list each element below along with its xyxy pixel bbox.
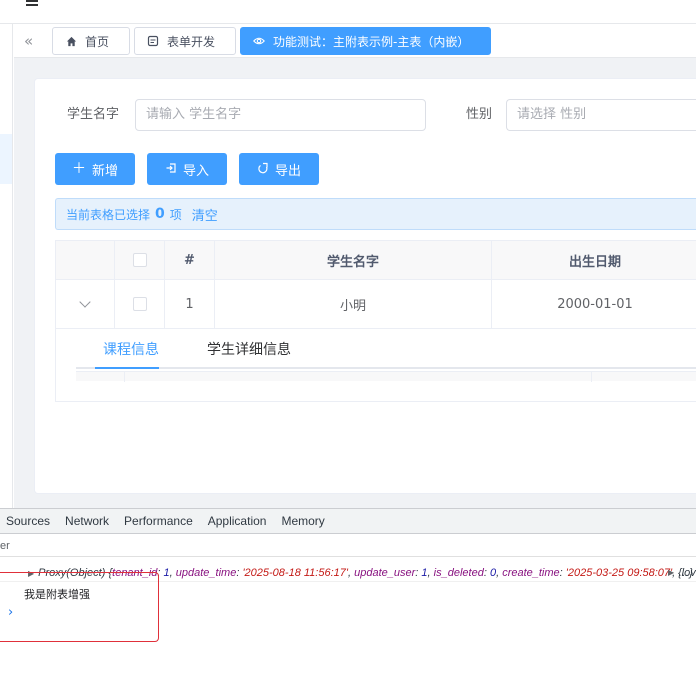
header-student-name[interactable]: 学生名字 [215,241,492,280]
add-button[interactable]: ＋ 新增 [55,153,135,185]
gender-select[interactable]: 请选择 性别 [506,99,696,131]
devtools-tab-performance[interactable]: Performance [124,514,193,528]
row-select[interactable] [115,280,165,329]
export-button-label: 导出 [274,163,301,179]
log-key: is_deleted [433,567,484,579]
main-content: 学生名字 请输入 学生名字 性别 请选择 性别 ＋ 新增 导入 导出 当前表格已… [14,58,696,508]
devtools-tab-memory[interactable]: Memory [281,514,324,528]
active-tab-indicator [95,367,159,369]
devtools-tabs: Sources Network Performance Application … [0,509,696,534]
row-expand-toggle[interactable] [56,280,115,329]
import-button-label: 导入 [182,163,209,179]
tab-student-detail[interactable]: 学生详细信息 [207,339,291,359]
row-birth-date: 2000-01-01 [492,280,696,329]
selection-prefix: 当前表格已选择 [66,207,151,222]
gender-label: 性别 [466,107,493,122]
student-name-label: 学生名字 [67,107,120,122]
home-icon [65,35,77,47]
import-icon [165,162,177,177]
clear-selection-link[interactable]: 清空 [192,205,218,224]
eye-icon [253,35,265,47]
row-checkbox[interactable] [132,297,147,311]
selection-count: 0 [155,206,165,222]
top-navbar [0,0,696,24]
sidebar [0,24,13,508]
log-value: 1 [421,567,428,579]
annotation-highlight-box [0,572,159,642]
log-value: 0 [489,567,497,579]
add-button-label: 新增 [91,163,118,179]
selection-alert: 当前表格已选择 0 项 清空 [55,198,696,230]
tag-home-label: 首页 [85,34,110,49]
content-card: 学生名字 请输入 学生名字 性别 请选择 性别 ＋ 新增 导入 导出 当前表格已… [34,78,696,494]
tag-form-dev-label: 表单开发 [167,34,216,49]
devtools-tab-network[interactable]: Network [65,514,109,528]
tag-home[interactable]: 首页 [52,27,130,55]
console-filter-input[interactable]: er [0,535,696,557]
export-icon [257,162,269,177]
chevron-down-icon[interactable] [79,296,91,308]
log-key: update_time [175,567,237,579]
sub-table-divider [591,372,592,382]
header-expand [56,241,115,280]
import-button[interactable]: 导入 [147,153,227,185]
select-all-checkbox[interactable] [132,253,147,267]
expanded-row-tabs: 课程信息 学生详细信息 [76,329,696,369]
student-table: # 学生名字 出生日期 1 小明 2000-01-01 课程信息 学生详细信息 [55,240,696,402]
header-index: # [165,241,215,280]
sub-table-divider [124,372,125,382]
header-select-all[interactable] [115,241,165,280]
tag-active-label: 功能测试：主附表示例-主表（内嵌） [273,34,470,49]
student-name-input[interactable]: 请输入 学生名字 [135,99,426,131]
devtools-panel: Sources Network Performance Application … [0,508,696,674]
hamburger-icon[interactable] [26,0,38,6]
devtools-tab-sources[interactable]: Sources [6,514,50,528]
row-student-name: 小明 [215,280,492,329]
devtools-tab-application[interactable]: Application [208,514,267,528]
sidebar-active-item[interactable] [0,134,12,184]
log-key: update_user [354,567,416,579]
log-value: '2025-08-18 11:56:17' [242,567,348,579]
tab-course-info[interactable]: 课程信息 [103,339,159,359]
selection-suffix: 项 [169,207,182,222]
log-next-object: {lov [678,567,696,579]
form-icon [147,35,159,47]
export-button[interactable]: 导出 [239,153,319,185]
log-key: create_time [502,567,560,579]
tags-view: « 首页 表单开发 功能测试：主附表示例-主表（内嵌） [14,24,696,58]
expand-triangle-icon[interactable]: ▶ [668,564,674,581]
plus-icon: ＋ [71,161,86,177]
log-value: 1 [163,567,170,579]
sub-table-header [76,371,696,382]
tag-form-dev[interactable]: 表单开发 [134,27,236,55]
double-chevron-left-icon[interactable]: « [24,32,40,50]
tag-active-page[interactable]: 功能测试：主附表示例-主表（内嵌） [240,27,491,55]
row-index: 1 [165,280,215,329]
header-birth-date[interactable]: 出生日期 [492,241,696,280]
log-value: '2025-03-25 09:58:07' [565,567,673,579]
